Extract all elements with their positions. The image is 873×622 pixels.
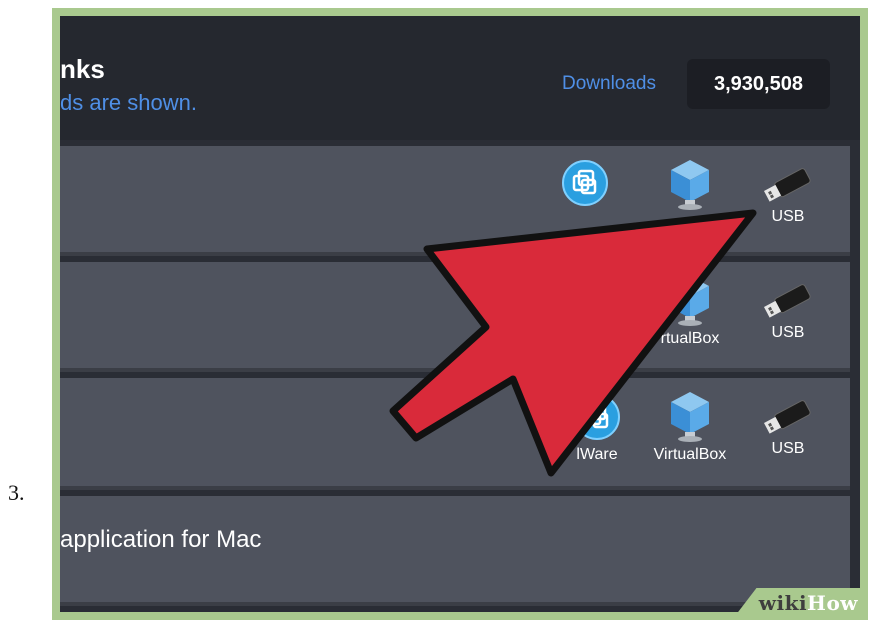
watermark-wiki: wiki [758, 591, 808, 612]
app-window: nks ds are shown. Downloads 3,930,508 US… [60, 16, 860, 612]
watermark-how: How [807, 591, 858, 612]
screenshot-frame: nks ds are shown. Downloads 3,930,508 US… [52, 8, 868, 620]
red-arrow-icon [389, 209, 757, 477]
step-number: 3. [8, 480, 25, 505]
